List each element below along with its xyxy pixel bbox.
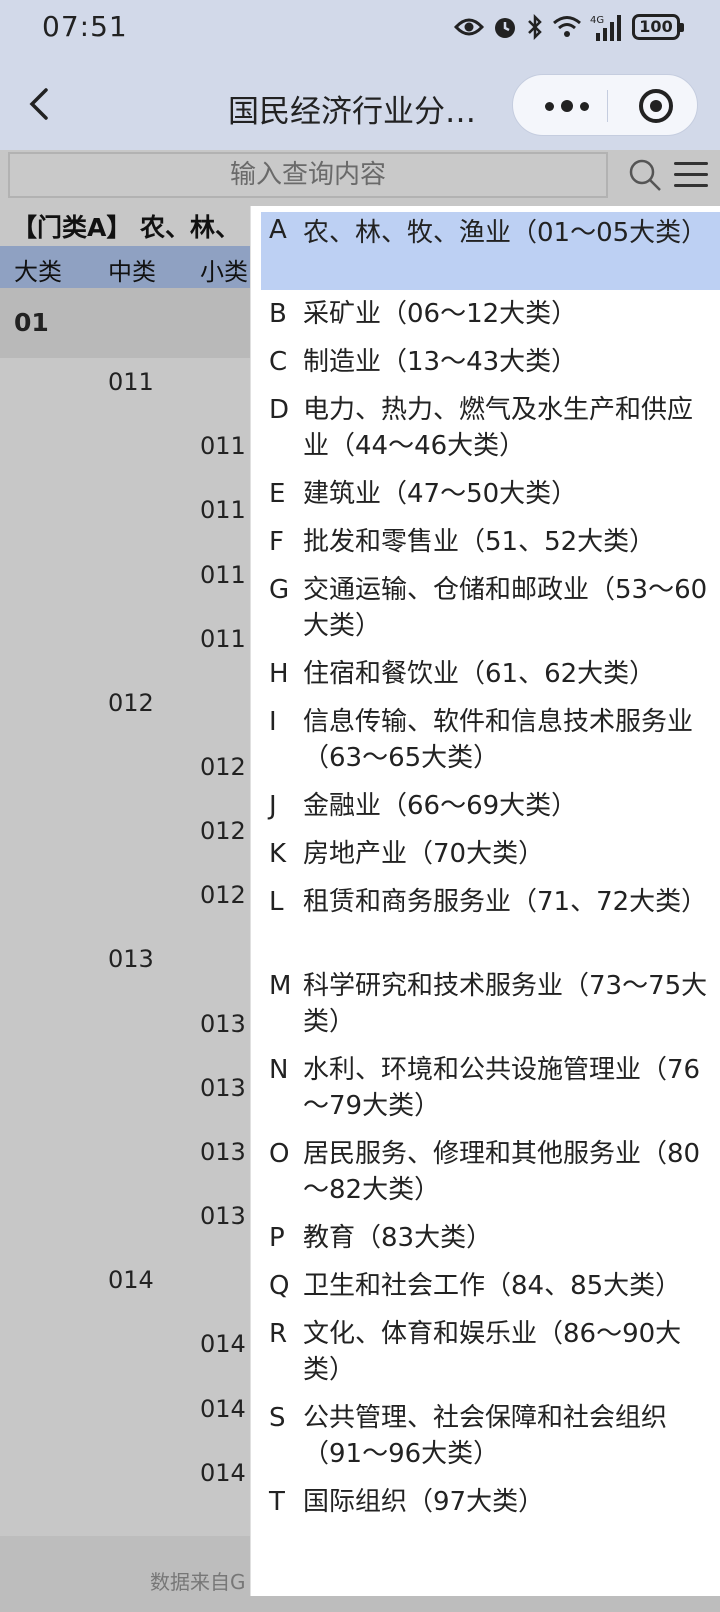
minor-code[interactable]: 012 bbox=[200, 881, 246, 909]
category-item-s[interactable]: S 公共管理、社会保障和社会组织（91～96大类） bbox=[261, 1400, 720, 1472]
minor-code[interactable]: 013 bbox=[200, 1138, 246, 1166]
alarm-icon bbox=[495, 18, 515, 38]
category-item-b[interactable]: B 采矿业（06～12大类） bbox=[261, 296, 720, 332]
svg-text:4G: 4G bbox=[590, 15, 604, 26]
battery-icon: 100 bbox=[632, 14, 684, 40]
minor-code[interactable]: 013 bbox=[200, 1074, 246, 1102]
bluetooth-icon bbox=[528, 14, 542, 40]
search-input[interactable] bbox=[8, 152, 608, 198]
mid-code[interactable]: 012 bbox=[108, 689, 154, 717]
minor-code[interactable]: 013 bbox=[200, 1202, 246, 1230]
mini-program-capsule bbox=[512, 74, 698, 136]
status-icons: 4G 100 bbox=[454, 10, 684, 44]
minor-code[interactable]: 014 bbox=[200, 1459, 246, 1487]
category-item-c[interactable]: C 制造业（13～43大类） bbox=[261, 344, 720, 380]
more-icon[interactable] bbox=[541, 91, 593, 121]
category-item-h[interactable]: H 住宿和餐饮业（61、62大类） bbox=[261, 656, 720, 692]
menu-icon[interactable] bbox=[674, 160, 710, 190]
signal-icon: 4G bbox=[590, 15, 621, 41]
mid-code[interactable]: 014 bbox=[108, 1266, 154, 1294]
minor-code[interactable]: 013 bbox=[200, 1010, 246, 1038]
section-title: 【门类A】 农、林、 bbox=[12, 213, 241, 242]
mid-code[interactable]: 013 bbox=[108, 945, 154, 973]
minor-code[interactable]: 014 bbox=[200, 1395, 246, 1423]
eye-icon bbox=[454, 18, 484, 36]
category-item-e[interactable]: E 建筑业（47～50大类） bbox=[261, 476, 720, 512]
category-item-f[interactable]: F 批发和零售业（51、52大类） bbox=[261, 524, 720, 560]
category-item-j[interactable]: J 金融业（66～69大类） bbox=[261, 788, 720, 824]
top-bar: 07:51 4G 100 国民经济行业分… bbox=[0, 0, 720, 150]
search-icon[interactable] bbox=[628, 158, 662, 192]
category-item-t[interactable]: T 国际组织（97大类） bbox=[261, 1484, 720, 1520]
category-item-i[interactable]: I 信息传输、软件和信息技术服务业（63～65大类） bbox=[261, 704, 720, 776]
minor-code[interactable]: 011 bbox=[200, 432, 246, 460]
column-minor: 小类 bbox=[200, 258, 248, 286]
footer-source-text: 数据来自G bbox=[150, 1570, 246, 1594]
page-title: 国民经济行业分… bbox=[228, 94, 476, 130]
column-mid: 中类 bbox=[108, 258, 156, 286]
category-dropdown: A 农、林、牧、渔业（01～05大类） B 采矿业（06～12大类） C 制造业… bbox=[250, 206, 720, 1596]
close-target-icon[interactable] bbox=[639, 89, 673, 123]
category-item-n[interactable]: N 水利、环境和公共设施管理业（76～79大类） bbox=[261, 1052, 720, 1124]
category-item-q[interactable]: Q 卫生和社会工作（84、85大类） bbox=[261, 1268, 720, 1304]
capsule-divider bbox=[607, 90, 608, 122]
category-item-l[interactable]: L 租赁和商务服务业（71、72大类） bbox=[261, 884, 720, 920]
minor-code[interactable]: 011 bbox=[200, 496, 246, 524]
major-code: 01 bbox=[14, 308, 49, 337]
wifi-icon bbox=[553, 16, 581, 37]
category-item-d[interactable]: D 电力、热力、燃气及水生产和供应业（44～46大类） bbox=[261, 392, 720, 464]
back-icon[interactable] bbox=[24, 84, 54, 124]
category-item-p[interactable]: P 教育（83大类） bbox=[261, 1220, 720, 1256]
category-item-r[interactable]: R 文化、体育和娱乐业（86～90大类） bbox=[261, 1316, 720, 1388]
category-item-a[interactable]: A 农、林、牧、渔业（01～05大类） bbox=[261, 212, 720, 290]
minor-code[interactable]: 011 bbox=[200, 625, 246, 653]
minor-code[interactable]: 012 bbox=[200, 753, 246, 781]
category-item-k[interactable]: K 房地产业（70大类） bbox=[261, 836, 720, 872]
minor-code[interactable]: 014 bbox=[200, 1330, 246, 1358]
category-item-o[interactable]: O 居民服务、修理和其他服务业（80～82大类） bbox=[261, 1136, 720, 1208]
search-row bbox=[0, 150, 720, 200]
minor-code[interactable]: 011 bbox=[200, 561, 246, 589]
minor-code[interactable]: 012 bbox=[200, 817, 246, 845]
column-major: 大类 bbox=[14, 258, 62, 286]
mid-code[interactable]: 011 bbox=[108, 368, 154, 396]
category-item-g[interactable]: G 交通运输、仓储和邮政业（53～60大类） bbox=[261, 572, 720, 644]
status-time: 07:51 bbox=[42, 10, 128, 43]
category-item-m[interactable]: M 科学研究和技术服务业（73～75大类） bbox=[261, 968, 720, 1040]
